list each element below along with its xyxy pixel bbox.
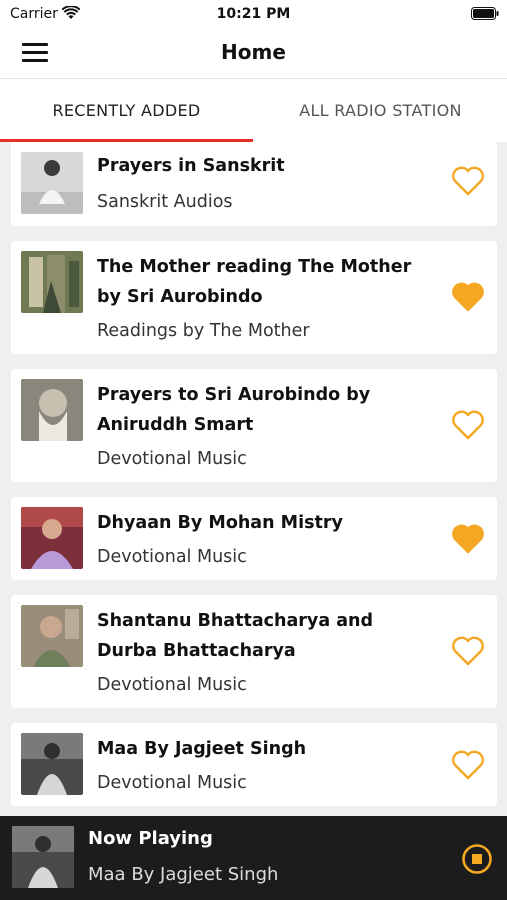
tab-recently-added[interactable]: RECENTLY ADDED: [0, 79, 253, 143]
thumbnail: [21, 605, 83, 667]
item-title: Dhyaan By Mohan Mistry: [97, 513, 343, 533]
list-item[interactable]: Prayers in Sanskrit Sanskrit Audios: [11, 142, 497, 226]
item-title: Prayers in Sanskrit: [97, 156, 285, 176]
recently-added-list: Prayers in Sanskrit Sanskrit Audios The …: [0, 142, 507, 816]
thumbnail: [21, 507, 83, 569]
item-subtitle: Sanskrit Audios: [97, 192, 233, 212]
item-subtitle: Devotional Music: [97, 449, 247, 469]
now-playing-track: Maa By Jagjeet Singh: [88, 864, 279, 885]
now-playing-label: Now Playing: [88, 828, 213, 849]
list-item[interactable]: Maa By Jagjeet Singh Devotional Music: [11, 723, 497, 806]
list-item[interactable]: Dhyaan By Mohan Mistry Devotional Music: [11, 497, 497, 580]
item-title: Maa By Jagjeet Singh: [97, 739, 307, 759]
thumbnail: [21, 733, 83, 795]
tab-bar: RECENTLY ADDED ALL RADIO STATION: [0, 78, 507, 142]
status-bar: Carrier 10:21 PM: [0, 0, 507, 30]
heart-outline-icon[interactable]: [451, 636, 485, 666]
item-title: Prayers to Sri Aurobindo by Aniruddh Sma…: [97, 385, 371, 435]
thumbnail: [21, 379, 83, 441]
thumbnail: [21, 251, 83, 313]
item-title: The Mother reading The Mother by Sri Aur…: [97, 257, 412, 307]
list-item[interactable]: Prayers to Sri Aurobindo by Aniruddh Sma…: [11, 369, 497, 482]
now-playing-thumbnail: [12, 826, 74, 888]
heart-outline-icon[interactable]: [451, 410, 485, 440]
heart-outline-icon[interactable]: [451, 750, 485, 780]
heart-filled-icon[interactable]: [451, 282, 485, 312]
item-subtitle: Devotional Music: [97, 675, 247, 695]
now-playing-bar[interactable]: Now Playing Maa By Jagjeet Singh: [0, 816, 507, 900]
list-item[interactable]: The Mother reading The Mother by Sri Aur…: [11, 241, 497, 354]
heart-filled-icon[interactable]: [451, 524, 485, 554]
page-title: Home: [221, 40, 286, 64]
thumbnail: [21, 152, 83, 214]
item-title: Shantanu Bhattacharya and Durba Bhattach…: [97, 611, 374, 661]
battery-icon: [471, 7, 499, 20]
item-subtitle: Devotional Music: [97, 547, 247, 567]
list-item[interactable]: Shantanu Bhattacharya and Durba Bhattach…: [11, 595, 497, 708]
item-subtitle: Devotional Music: [97, 773, 247, 793]
tab-all-radio-station[interactable]: ALL RADIO STATION: [254, 79, 507, 143]
nav-bar: Home: [0, 30, 507, 78]
stop-icon[interactable]: [461, 843, 493, 875]
status-time: 10:21 PM: [216, 6, 291, 22]
heart-outline-icon[interactable]: [451, 166, 485, 196]
item-subtitle: Readings by The Mother: [97, 321, 310, 341]
